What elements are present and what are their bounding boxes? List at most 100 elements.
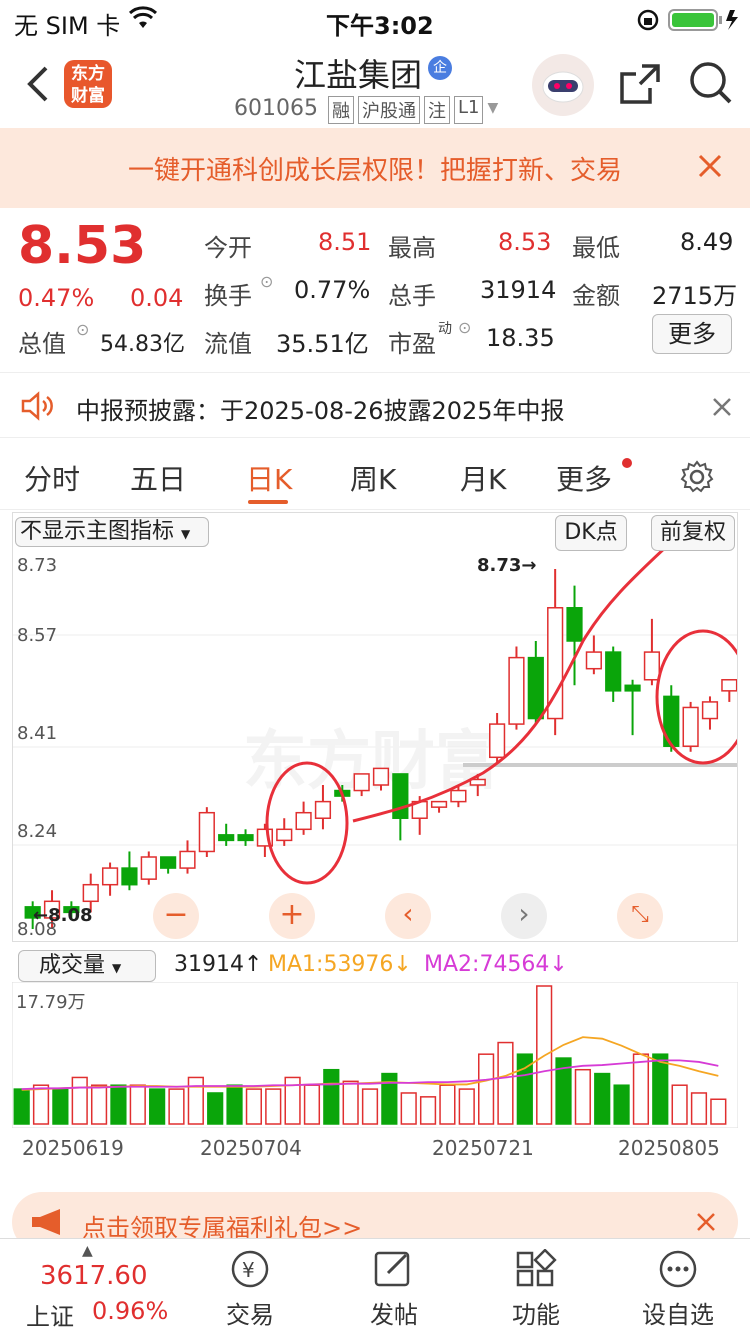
candlestick-plot[interactable]: 东方财富 [13, 551, 737, 941]
volume-bar [594, 1072, 611, 1125]
post-button[interactable]: 发帖 [334, 1249, 454, 1330]
mcap-label: 总值 [18, 330, 66, 358]
tab-weekly-k[interactable]: 周K [350, 458, 396, 498]
volume-indicator-select[interactable]: 成交量 ▼ [18, 950, 156, 982]
volume-bar [52, 1088, 69, 1125]
candle-body [701, 701, 719, 720]
amount-label: 金额 [572, 282, 620, 310]
volume-bar [226, 1084, 243, 1125]
zoom-in-button[interactable]: + [269, 893, 315, 939]
post-label: 发帖 [370, 1301, 418, 1329]
notice-close-icon[interactable] [712, 397, 732, 421]
volume-bar [149, 1088, 166, 1125]
volume-current: 31914↑ [174, 952, 263, 977]
low-value: 8.49 [680, 228, 734, 256]
zoom-out-button[interactable]: − [153, 893, 199, 939]
back-icon[interactable] [24, 64, 50, 108]
volume-bar [710, 1098, 727, 1125]
settings-gear-icon[interactable] [680, 460, 714, 498]
candle-body [160, 856, 177, 869]
caret-up-icon[interactable]: ▲ [82, 1243, 93, 1259]
status-bar: 无 SIM 卡 下午3:02 [0, 0, 750, 40]
promo-close-icon[interactable] [696, 1212, 716, 1236]
turnover-info-icon[interactable]: ⊙ [260, 272, 273, 291]
close-icon[interactable] [698, 154, 722, 182]
volume-bar [632, 1053, 650, 1125]
date-label-2: 20250721 [432, 1136, 534, 1160]
volume-bars [12, 982, 738, 1128]
app-logo: 东方 财富 [64, 60, 112, 108]
candle-body [314, 800, 332, 819]
low-label: 最低 [572, 234, 620, 262]
tab-more[interactable]: 更多 [556, 458, 612, 498]
scroll-right-button[interactable]: › [501, 893, 547, 939]
candle-body [218, 834, 235, 842]
volume-bar [265, 1088, 282, 1125]
volume-bar [613, 1084, 630, 1125]
fullscreen-icon[interactable]: ⤡ [617, 893, 663, 939]
volume-bar [652, 1053, 669, 1125]
tab-monthly-k[interactable]: 月K [460, 458, 506, 498]
info-icon[interactable]: ⊙ [76, 320, 89, 339]
candle-body [489, 723, 506, 759]
notice-text: 中报预披露：于2025-08-26披露2025年中报 [76, 397, 565, 425]
index-value[interactable]: 3617.60 [40, 1261, 148, 1291]
functions-button[interactable]: 功能 [476, 1248, 596, 1330]
indicator-select[interactable]: 不显示主图指标 ▼ [15, 517, 209, 547]
candle-body [508, 656, 525, 725]
candle-body [140, 856, 157, 880]
tag-connect: 沪股通 [358, 96, 420, 124]
candle-body [353, 773, 370, 792]
y-label-3: 8.24 [17, 821, 58, 842]
stock-name: 江盐集团 [294, 56, 423, 94]
ma1-value: MA1:53976↓ [268, 952, 412, 977]
search-icon[interactable] [688, 60, 734, 110]
tag-margin: 融 [328, 96, 354, 124]
indicator-select-label: 不显示主图指标 [20, 519, 175, 544]
candle-body [372, 767, 390, 786]
date-label-3: 20250805 [618, 1136, 720, 1160]
share-icon[interactable] [618, 62, 662, 110]
orientation-lock-icon [636, 8, 660, 38]
volume-bar [342, 1080, 359, 1125]
volume-bar [381, 1072, 398, 1125]
adjust-button[interactable]: 前复权 [651, 515, 735, 551]
index-pct[interactable]: 0.96% [92, 1297, 168, 1325]
volume-indicator-label: 成交量 [39, 953, 106, 978]
more-quote-button[interactable]: 更多 [652, 314, 732, 354]
high-value: 8.53 [498, 228, 552, 256]
tab-intraday[interactable]: 分时 [24, 458, 80, 498]
kline-chart[interactable]: 不显示主图指标 ▼ DK点 前复权 东方财富 8.73 8.57 8.41 8.… [12, 512, 738, 942]
pe-info-icon[interactable]: ⊙ [458, 318, 471, 337]
yen-icon: ¥ [228, 1249, 272, 1289]
clock: 下午3:02 [326, 12, 434, 40]
active-tab-indicator [248, 500, 288, 504]
caret-down-icon: ▼ [181, 527, 191, 541]
volume-bar [129, 1084, 146, 1125]
dk-point-button[interactable]: DK点 [555, 515, 627, 551]
open-label: 今开 [204, 234, 252, 262]
robot-avatar-icon[interactable] [532, 54, 594, 116]
volume-bar [361, 1088, 379, 1125]
promo-banner[interactable]: 一键开通科创成长层权限！把握打新、交易 [0, 128, 750, 208]
volume-bar [32, 1084, 50, 1125]
volume-value: 31914 [480, 276, 557, 304]
volume-bar [303, 1084, 321, 1125]
add-watchlist-button[interactable]: 设自选 [618, 1249, 738, 1330]
battery-icon [668, 8, 744, 38]
pe-value: 18.35 [486, 324, 555, 352]
volume-bar [671, 1084, 688, 1125]
scroll-left-button[interactable]: ‹ [385, 893, 431, 939]
tab-five-day[interactable]: 五日 [130, 458, 186, 498]
report-notice[interactable]: 中报预披露：于2025-08-26披露2025年中报 [0, 372, 750, 438]
float-value: 35.51亿 [276, 330, 369, 358]
tab-daily-k[interactable]: 日K [246, 458, 292, 498]
candle-body [643, 651, 661, 681]
volume-panel[interactable]: 成交量 ▼ 31914↑ MA1:53976↓ MA2:74564↓ 17.79… [12, 948, 738, 1178]
volume-bar [187, 1076, 204, 1125]
y-label-2: 8.41 [17, 723, 58, 744]
caret-down-icon[interactable]: ▼ [487, 96, 498, 124]
trade-button[interactable]: ¥ 交易 [190, 1249, 310, 1330]
volume-bar [497, 1041, 514, 1125]
index-name[interactable]: 上证 [26, 1297, 74, 1332]
